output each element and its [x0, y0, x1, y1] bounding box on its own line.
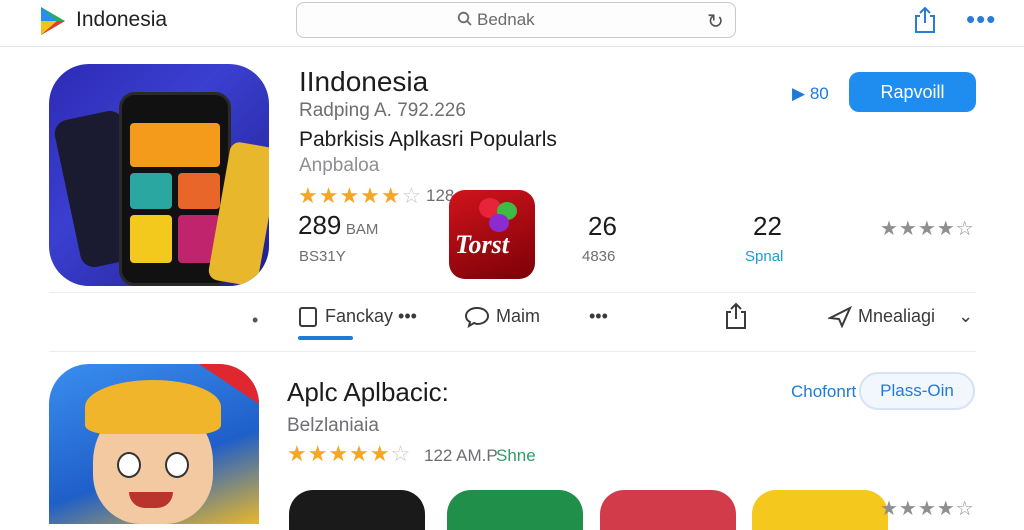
get-button[interactable]: Rapvoill — [849, 72, 976, 112]
stat-label: 4836 — [582, 248, 616, 265]
rating-share: Shne — [496, 446, 536, 465]
play-icon: ▶ — [792, 84, 806, 103]
action-label: Maim — [496, 306, 540, 326]
search-input[interactable]: Bednak — [477, 10, 535, 30]
app-title[interactable]: Aplc Aplbacic: — [287, 377, 449, 408]
action-label: Mnealiagi — [858, 306, 936, 326]
rating-stars: ★★★★★☆ — [298, 183, 423, 208]
install-button[interactable]: Plass-Oin — [859, 372, 975, 410]
secondary-link[interactable]: Chofonrt — [791, 382, 856, 402]
app-title[interactable]: IIndonesia — [299, 66, 428, 98]
stat-value: 22 — [753, 211, 782, 241]
cartoon-face-graphic — [85, 380, 221, 524]
mini-rating-stars: ★★★★☆ — [880, 218, 975, 240]
screenshot-thumb-2[interactable] — [447, 490, 583, 530]
action-label: Fanckay — [325, 306, 394, 326]
screenshot-thumb-1[interactable] — [289, 490, 425, 530]
stat-downloads: 289 BAM — [298, 210, 378, 241]
action-navigate[interactable]: Mnealiagi ⌄ — [826, 306, 974, 329]
more-dots-icon[interactable]: ••• — [589, 306, 608, 327]
refresh-icon[interactable]: ↻ — [707, 9, 724, 34]
badge-app-icon[interactable]: Torst — [449, 190, 535, 279]
app-icon-aplc[interactable] — [49, 364, 259, 524]
preview-link[interactable]: ▶ 80 — [792, 84, 829, 104]
comment-icon — [464, 307, 490, 329]
app-store-logo-icon[interactable] — [37, 5, 69, 42]
app-tagline: Pabrkisis Aplkasri Popularls — [299, 128, 557, 151]
screenshot-thumb-3[interactable] — [600, 490, 736, 530]
rating-stars: ★★★★★☆ — [287, 441, 412, 466]
app-icon-indonesia[interactable] — [49, 64, 269, 286]
badge-text: Torst — [455, 230, 509, 259]
top-bar: Indonesia Bednak ↻ ••• — [0, 0, 1024, 47]
stat-label: BS31Y — [299, 248, 346, 265]
stat-unit: BAM — [345, 221, 379, 238]
active-indicator — [298, 336, 353, 340]
mini-rating-stars: ★★★★☆ — [880, 498, 975, 520]
chevron-down-icon: ⌄ — [958, 306, 974, 326]
app-category: Anpbaloa — [299, 155, 380, 176]
search-bar[interactable]: Bednak ↻ — [296, 2, 736, 38]
app-subtitle: Radping A. 792.226 — [299, 100, 466, 121]
share-icon[interactable] — [912, 6, 938, 39]
screenshot-thumb-4[interactable] — [752, 490, 888, 530]
action-favorite[interactable]: Fanckay ••• — [299, 306, 417, 328]
app-subtitle: Belzlaniaia — [287, 415, 379, 436]
action-comment[interactable]: Maim — [464, 306, 540, 329]
stat-value: 289 — [298, 210, 342, 240]
more-icon[interactable]: ••• — [966, 4, 996, 35]
stat-value: 26 — [588, 211, 617, 241]
search-icon — [457, 11, 473, 32]
dot-icon: • — [252, 310, 259, 330]
preview-label: 80 — [809, 84, 829, 103]
chat-icon — [299, 307, 317, 328]
rating-count: 122 AM.P — [424, 446, 498, 465]
logo-text[interactable]: Indonesia — [76, 8, 167, 32]
share-icon[interactable] — [724, 302, 748, 335]
stat-label[interactable]: Spnal — [745, 248, 783, 265]
navigate-icon — [826, 306, 853, 329]
